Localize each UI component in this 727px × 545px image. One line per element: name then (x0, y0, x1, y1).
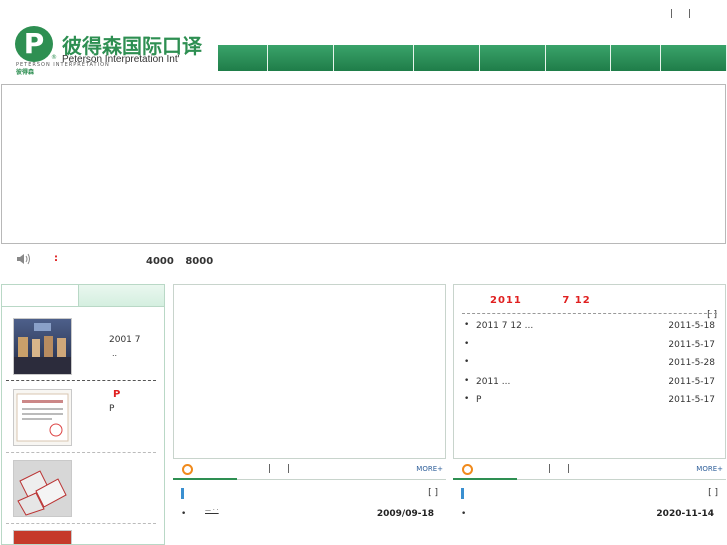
item-date: 2009/09-18 (376, 509, 434, 519)
logo-small-cn: 彼得森 (16, 69, 35, 76)
item-text: 2001 7 (109, 335, 141, 345)
top-link-separator: | (687, 9, 691, 19)
news-item-date: 2011-5-17 (668, 395, 715, 405)
divider (6, 452, 156, 453)
certificate-thumbnail[interactable] (13, 389, 72, 446)
tab-separators: | | (268, 464, 303, 474)
item-highlight: P (113, 389, 121, 400)
news-headline-part: 2011 (490, 295, 522, 306)
nav-item-5[interactable] (480, 45, 546, 71)
news-item[interactable]: 2011-5-28 (464, 357, 715, 377)
more-link[interactable]: MORE+ (416, 465, 443, 473)
news-item-date: 2011-5-17 (668, 339, 715, 350)
nav-item-1[interactable] (218, 45, 268, 71)
registered-mark: ® (51, 54, 57, 61)
nav-item-7[interactable] (611, 45, 661, 71)
hotline-number: 4000 8000 (146, 256, 221, 267)
news-list: 2011 7 12 ... 2011-5-18 2011-5-17 2011-5-… (464, 320, 715, 414)
tab-separator: | (268, 464, 272, 474)
divider (6, 523, 156, 524)
item-date: 2020-11-14 (656, 509, 714, 519)
divider (6, 380, 156, 381)
section-marker (181, 488, 184, 499)
news-item-date: 2011-5-18 (668, 321, 715, 331)
news-headline-part: 7 12 (562, 295, 591, 306)
logo-english-name[interactable]: Peterson Interpretation Int' (62, 54, 180, 65)
left-sidebar: 2001 7 .. P P (1, 284, 165, 545)
news-divider (462, 313, 717, 314)
tab-separator: | (548, 464, 552, 474)
nav-item-6[interactable] (546, 45, 611, 71)
hotline-part: 4000 (146, 256, 174, 267)
notice-colon: : (54, 253, 58, 264)
news-item[interactable]: 2011 ... 2011-5-17 (464, 376, 715, 396)
bottom-left-content: [ ] • — · · 2009/09-18 (173, 480, 446, 545)
documents-thumbnail[interactable] (13, 460, 72, 517)
news-item-date: 2011-5-17 (668, 376, 715, 387)
more-brackets[interactable]: [ ] (708, 488, 718, 498)
bullet: • (461, 509, 467, 519)
item-link[interactable]: — · · (205, 507, 219, 514)
banner-area (1, 84, 726, 244)
news-item-title[interactable]: 2011 7 12 ... (476, 321, 533, 331)
news-panel: 2011 7 12 [ ] 2011 7 12 ... 2011-5-18 201… (453, 284, 726, 459)
more-link[interactable]: MORE+ (696, 465, 723, 473)
bottom-right-content: [ ] • 2020-11-14 (453, 480, 726, 545)
nav-item-8[interactable] (661, 45, 727, 71)
bottom-left-tabs: | | MORE+ (173, 460, 446, 480)
news-item[interactable]: 2011 7 12 ... 2011-5-18 (464, 320, 715, 340)
bottom-right-tabs: | | MORE+ (453, 460, 726, 480)
news-item-date: 2011-5-28 (668, 358, 715, 368)
tab-underline (2, 306, 78, 307)
news-item-title[interactable]: 2011 ... (476, 377, 510, 387)
news-more-link[interactable]: [ ] (707, 310, 717, 320)
main-nav (218, 45, 727, 71)
tab-separator: | (566, 464, 570, 474)
hotline-part: 8000 (185, 256, 214, 267)
award-thumbnail[interactable] (13, 530, 72, 544)
nav-item-4[interactable] (414, 45, 480, 71)
top-links: | | (664, 9, 697, 19)
nav-item-2[interactable] (268, 45, 334, 71)
news-item-title[interactable]: P (476, 395, 481, 405)
center-panel (173, 284, 446, 459)
sidebar-tab[interactable] (78, 285, 164, 307)
circle-icon (462, 464, 473, 475)
section-marker (461, 488, 464, 499)
item-text: .. (112, 349, 118, 358)
logo-mark[interactable]: P (15, 26, 53, 62)
news-headline[interactable]: 2011 7 12 (490, 295, 627, 306)
tab-separators: | | (548, 464, 583, 474)
photo-thumbnail[interactable] (13, 318, 72, 375)
speaker-icon (16, 253, 32, 268)
news-item[interactable]: 2011-5-17 (464, 339, 715, 359)
bullet: • (181, 509, 187, 519)
news-item[interactable]: P 2011-5-17 (464, 394, 715, 414)
tab-separator: | (286, 464, 290, 474)
more-brackets[interactable]: [ ] (428, 488, 438, 498)
item-text: P (109, 404, 115, 414)
circle-icon (182, 464, 193, 475)
nav-item-3[interactable] (334, 45, 414, 71)
top-link-separator: | (670, 9, 674, 19)
